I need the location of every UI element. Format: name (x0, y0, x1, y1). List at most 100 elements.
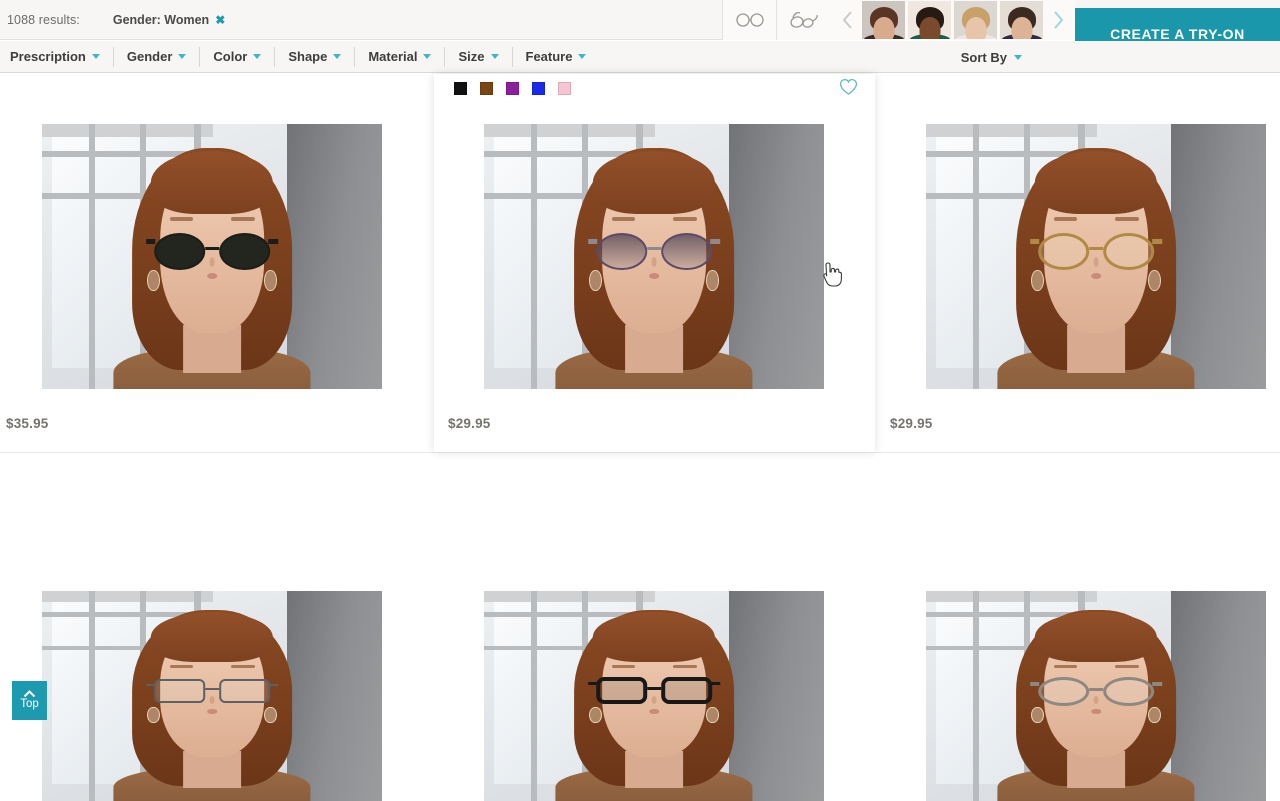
swatch-blue[interactable] (532, 82, 545, 95)
swatch-brown[interactable] (480, 82, 493, 95)
photo-model-eyebrow (170, 665, 194, 668)
glasses-temple-left (1030, 682, 1039, 686)
back-to-top-button[interactable]: Top (12, 681, 47, 720)
glasses-side-icon[interactable] (776, 0, 830, 40)
filter-list: Prescription Gender ColorShapeMaterialSize… (0, 41, 599, 73)
product-card-5[interactable] (434, 453, 875, 720)
avatar-model-1[interactable] (862, 1, 905, 39)
photo-model-eyebrow (1054, 217, 1078, 221)
photo-model-lips (1091, 273, 1101, 279)
filter-size[interactable]: Size (445, 47, 512, 67)
filter-label: Gender (127, 49, 173, 64)
results-count: 1088 results: (7, 13, 80, 27)
avatar-model-2[interactable] (908, 1, 951, 39)
color-swatch-list (454, 82, 571, 95)
avatar-head (1011, 17, 1032, 39)
avatar-list (862, 0, 1043, 40)
glasses-bridge (647, 247, 661, 250)
photo-model-hair-top (1035, 151, 1157, 215)
product-card-6[interactable] (875, 453, 1280, 720)
photo-glasses (1038, 233, 1154, 270)
product-price: $35.95 (6, 416, 49, 431)
glasses-bridge (1089, 688, 1103, 690)
glasses-lens-right (661, 233, 712, 270)
glasses-lens-left (596, 233, 647, 270)
try-on-photo[interactable] (484, 124, 824, 389)
photo-window-frame (42, 591, 213, 602)
product-card-3[interactable]: $29.95 (875, 74, 1280, 452)
filter-feature[interactable]: Feature (513, 47, 600, 67)
swatch-black[interactable] (454, 82, 467, 95)
active-filter-chip[interactable]: Gender: Women ✖ (113, 13, 225, 27)
avatar-model-4[interactable] (1000, 1, 1043, 39)
heart-icon[interactable] (839, 78, 858, 101)
glasses-bridge (1089, 247, 1103, 250)
photo-model-earring (706, 270, 718, 291)
glasses-temple-right (1153, 682, 1162, 686)
close-x-icon[interactable]: ✖ (215, 13, 225, 27)
glasses-temple-right (269, 239, 278, 243)
photo-wall (280, 124, 382, 389)
photo-model-hair-top (1035, 612, 1157, 662)
glasses-temple-right (711, 682, 720, 685)
photo-glasses (154, 233, 270, 270)
try-on-photo[interactable] (926, 591, 1266, 801)
photo-model-eyebrow (612, 665, 636, 668)
product-card-1[interactable]: $35.95 (0, 74, 441, 452)
try-on-photo[interactable] (926, 124, 1266, 389)
photo-wall (722, 591, 824, 801)
glasses-lens-left (154, 679, 205, 703)
photo-model-eyebrow (1054, 665, 1078, 668)
photo-model-eyebrow (231, 665, 255, 668)
chevron-right-icon[interactable] (1043, 0, 1073, 40)
chevron-down-icon (578, 54, 586, 59)
top-bar: 1088 results: Gender: Women ✖ (0, 0, 1280, 40)
chevron-down-icon (333, 54, 341, 59)
try-on-photo[interactable] (42, 591, 382, 801)
product-price: $29.95 (448, 416, 491, 431)
chevron-down-icon (1014, 55, 1022, 60)
swatch-pink[interactable] (558, 82, 571, 95)
try-on-photo[interactable] (42, 124, 382, 389)
avatar-head (965, 17, 986, 39)
product-card-4[interactable] (0, 453, 441, 720)
tryon-toolbar (722, 0, 1075, 40)
filter-prescription[interactable]: Prescription (0, 47, 114, 67)
glasses-bridge (205, 688, 219, 690)
filter-color[interactable]: Color (200, 47, 275, 67)
photo-window-frame (484, 124, 655, 137)
photo-window-frame (926, 591, 1097, 602)
photo-model-earring (589, 707, 601, 724)
try-on-photo[interactable] (484, 591, 824, 801)
product-card-2[interactable]: $29.95 (434, 74, 875, 452)
photo-window-frame (531, 591, 537, 801)
chevron-down-icon (491, 54, 499, 59)
photo-model-hair-top (593, 151, 715, 215)
photo-model-eyebrow (1115, 217, 1139, 221)
avatar-model-3[interactable] (954, 1, 997, 39)
chevron-left-icon[interactable] (832, 0, 862, 40)
filter-material[interactable]: Material (355, 47, 445, 67)
photo-model-eyebrow (673, 665, 697, 668)
avatar-carousel (830, 0, 1075, 40)
swatch-purple[interactable] (506, 82, 519, 95)
filter-shape[interactable]: Shape (275, 47, 355, 67)
glasses-front-icon[interactable] (722, 0, 776, 40)
photo-model-earring (706, 707, 718, 724)
photo-wall (1164, 591, 1266, 801)
filter-gender[interactable]: Gender (114, 47, 201, 67)
glasses-lens-right (219, 679, 270, 703)
photo-model-hair-top (593, 612, 715, 662)
sort-by-dropdown[interactable]: Sort By (961, 41, 1022, 73)
photo-model-eyebrow (673, 217, 697, 221)
glasses-lens-left (154, 233, 205, 270)
photo-glasses (154, 679, 270, 703)
glasses-temple-left (588, 682, 597, 685)
photo-window-frame (42, 124, 213, 137)
photo-model-hair-top (151, 151, 273, 215)
photo-model-lips (649, 709, 659, 713)
photo-model-earring (1148, 707, 1160, 724)
glasses-lens-right (661, 677, 712, 704)
photo-model-earring (264, 707, 276, 724)
glasses-lens-right (1103, 677, 1154, 706)
